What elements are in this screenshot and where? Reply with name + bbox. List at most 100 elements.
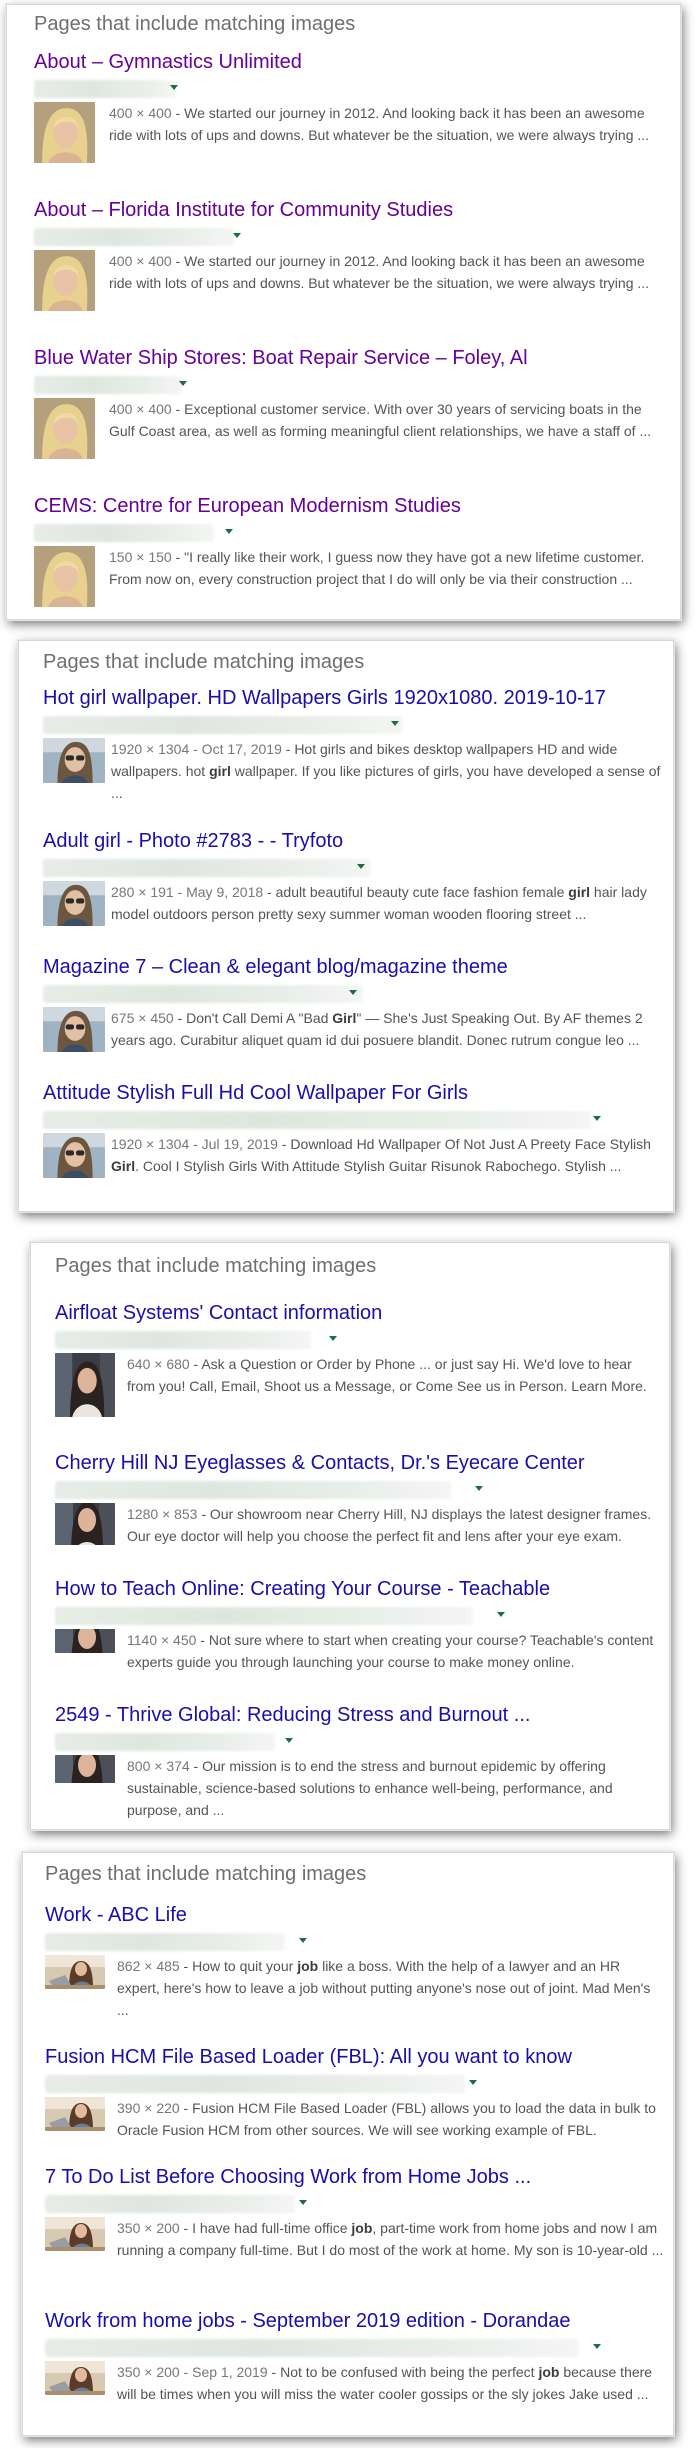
url-dropdown-icon[interactable]	[357, 864, 365, 869]
result-url[interactable]	[55, 1331, 311, 1349]
result-title-link[interactable]: Magazine 7 – Clean & elegant blog/magazi…	[43, 955, 673, 979]
result-url[interactable]	[43, 985, 363, 1003]
image-dimensions: 400 × 400	[109, 253, 172, 269]
result-snippet: "I really like their work, I guess now t…	[109, 549, 645, 587]
result-url[interactable]	[34, 376, 182, 394]
result-url[interactable]	[55, 1607, 473, 1625]
results-panel-4: Pages that include matching images Work …	[22, 1852, 674, 2436]
result-url[interactable]	[45, 2075, 465, 2093]
url-dropdown-icon[interactable]	[299, 2200, 307, 2205]
image-dimensions: 640 × 680	[127, 1356, 190, 1372]
result-item: 7 To Do List Before Choosing Work from H…	[23, 2165, 673, 2261]
result-url[interactable]	[55, 1733, 275, 1751]
result-title-link[interactable]: 7 To Do List Before Choosing Work from H…	[45, 2165, 673, 2189]
url-dropdown-icon[interactable]	[170, 85, 178, 90]
url-dropdown-icon[interactable]	[233, 233, 241, 238]
result-url[interactable]	[45, 2195, 295, 2213]
result-thumbnail[interactable]	[45, 2217, 105, 2251]
result-title-link[interactable]: Blue Water Ship Stores: Boat Repair Serv…	[34, 346, 680, 370]
url-dropdown-icon[interactable]	[469, 2080, 477, 2085]
image-dimensions: 1280 × 853	[127, 1506, 198, 1522]
result-thumbnail[interactable]	[55, 1503, 115, 1545]
result-snippet: Ask a Question or Order by Phone ... or …	[127, 1356, 647, 1394]
result-thumbnail[interactable]	[45, 2097, 105, 2131]
result-url[interactable]	[43, 716, 403, 734]
result-snippet: Fusion HCM File Based Loader (FBL) allow…	[117, 2100, 656, 2138]
result-thumbnail[interactable]	[55, 1353, 115, 1417]
result-thumbnail[interactable]	[34, 250, 95, 311]
thumbnail-image	[45, 1955, 105, 1989]
thumbnail-image	[43, 738, 105, 783]
result-thumbnail[interactable]	[55, 1629, 115, 1653]
thumbnail-image	[55, 1353, 115, 1417]
url-dropdown-icon[interactable]	[497, 1612, 505, 1617]
result-url[interactable]	[34, 524, 214, 542]
url-dropdown-icon[interactable]	[593, 2344, 601, 2349]
result-item: Airfloat Systems' Contact information 64…	[31, 1301, 669, 1417]
result-item: Cherry Hill NJ Eyeglasses & Contacts, Dr…	[31, 1451, 669, 1547]
image-dimensions: 675 × 450	[111, 1010, 174, 1026]
url-dropdown-icon[interactable]	[299, 1938, 307, 1943]
result-thumbnail[interactable]	[34, 102, 95, 163]
result-snippet: Download Hd Wallpaper Of Not Just A Pree…	[290, 1136, 651, 1152]
result-thumbnail[interactable]	[45, 1955, 105, 1989]
result-title-link[interactable]: 2549 - Thrive Global: Reducing Stress an…	[55, 1703, 669, 1727]
snippet-highlight: girl	[209, 763, 231, 779]
result-snippet: Don't Call Demi A "Bad	[186, 1010, 333, 1026]
url-dropdown-icon[interactable]	[475, 1486, 483, 1491]
result-title-link[interactable]: Cherry Hill NJ Eyeglasses & Contacts, Dr…	[55, 1451, 669, 1475]
url-dropdown-icon[interactable]	[285, 1738, 293, 1743]
result-title-link[interactable]: How to Teach Online: Creating Your Cours…	[55, 1577, 669, 1601]
result-item: Magazine 7 – Clean & elegant blog/magazi…	[19, 955, 673, 1052]
thumbnail-image	[43, 881, 105, 926]
result-url[interactable]	[43, 1111, 591, 1129]
result-snippet: Exceptional customer service. With over …	[109, 401, 652, 439]
result-item: Work - ABC Life 862 × 485 - How to quit …	[23, 1903, 673, 2021]
result-item: 2549 - Thrive Global: Reducing Stress an…	[31, 1703, 669, 1821]
result-title-link[interactable]: Work - ABC Life	[45, 1903, 673, 1927]
url-dropdown-icon[interactable]	[391, 721, 399, 726]
result-thumbnail[interactable]	[34, 398, 95, 459]
thumbnail-image	[34, 250, 95, 311]
url-dropdown-icon[interactable]	[593, 1116, 601, 1121]
result-snippet: We started our journey in 2012. And look…	[109, 105, 650, 143]
url-dropdown-icon[interactable]	[349, 990, 357, 995]
result-thumbnail[interactable]	[43, 881, 105, 926]
result-title-link[interactable]: Work from home jobs - September 2019 edi…	[45, 2309, 673, 2333]
result-thumbnail[interactable]	[43, 1007, 105, 1052]
result-thumbnail[interactable]	[43, 1133, 105, 1178]
result-thumbnail[interactable]	[45, 2361, 105, 2395]
result-title-link[interactable]: CEMS: Centre for European Modernism Stud…	[34, 494, 680, 518]
result-url[interactable]	[55, 1481, 451, 1499]
result-url[interactable]	[34, 228, 234, 246]
result-item: CEMS: Centre for European Modernism Stud…	[7, 494, 680, 607]
result-item: Hot girl wallpaper. HD Wallpapers Girls …	[19, 686, 673, 804]
result-thumbnail[interactable]	[34, 546, 95, 607]
url-dropdown-icon[interactable]	[329, 1336, 337, 1341]
result-url[interactable]	[45, 1933, 285, 1951]
result-title-link[interactable]: Fusion HCM File Based Loader (FBL): All …	[45, 2045, 673, 2069]
result-thumbnail[interactable]	[55, 1755, 115, 1783]
thumbnail-image	[55, 1755, 115, 1783]
result-item: About – Florida Institute for Community …	[7, 198, 680, 311]
result-title-link[interactable]: About – Gymnastics Unlimited	[34, 50, 680, 74]
result-thumbnail[interactable]	[43, 738, 105, 783]
result-title-link[interactable]: About – Florida Institute for Community …	[34, 198, 680, 222]
result-url[interactable]	[34, 80, 176, 98]
url-dropdown-icon[interactable]	[179, 381, 187, 386]
result-title-link[interactable]: Adult girl - Photo #2783 - - Tryfoto	[43, 829, 673, 853]
result-title-link[interactable]: Hot girl wallpaper. HD Wallpapers Girls …	[43, 686, 673, 710]
result-snippet: Our mission is to end the stress and bur…	[127, 1758, 613, 1818]
result-url[interactable]	[43, 859, 371, 877]
result-item: Fusion HCM File Based Loader (FBL): All …	[23, 2045, 673, 2141]
panel-heading: Pages that include matching images	[45, 1863, 367, 1885]
result-title-link[interactable]: Attitude Stylish Full Hd Cool Wallpaper …	[43, 1081, 673, 1105]
url-dropdown-icon[interactable]	[225, 529, 233, 534]
result-title-link[interactable]: Airfloat Systems' Contact information	[55, 1301, 669, 1325]
image-dimensions: 350 × 200 - Sep 1, 2019	[117, 2364, 268, 2380]
result-snippet: I have had full-time office	[192, 2220, 352, 2236]
image-dimensions: 862 × 485	[117, 1958, 180, 1974]
image-dimensions: 800 × 374	[127, 1758, 190, 1774]
snippet-highlight: Girl	[111, 1158, 136, 1174]
result-url[interactable]	[45, 2339, 579, 2357]
